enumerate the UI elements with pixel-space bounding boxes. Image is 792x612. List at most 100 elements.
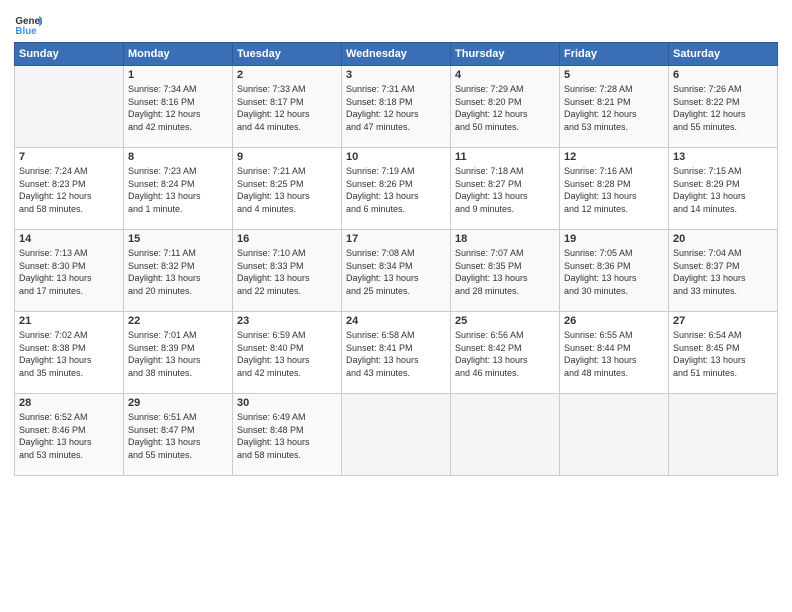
calendar-cell: 16 Sunrise: 7:10 AM Sunset: 8:33 PM Dayli… bbox=[233, 230, 342, 312]
day-header-monday: Monday bbox=[124, 43, 233, 66]
day-number: 16 bbox=[237, 233, 337, 245]
calendar-cell bbox=[342, 394, 451, 476]
calendar-week-4: 28 Sunrise: 6:52 AM Sunset: 8:46 PM Dayli… bbox=[15, 394, 778, 476]
day-info: Sunrise: 7:31 AM Sunset: 8:18 PM Dayligh… bbox=[346, 83, 446, 133]
day-number: 28 bbox=[19, 397, 119, 409]
calendar-cell: 21 Sunrise: 7:02 AM Sunset: 8:38 PM Dayli… bbox=[15, 312, 124, 394]
day-number: 24 bbox=[346, 315, 446, 327]
day-number: 9 bbox=[237, 151, 337, 163]
calendar-table: SundayMondayTuesdayWednesdayThursdayFrid… bbox=[14, 42, 778, 476]
day-info: Sunrise: 7:16 AM Sunset: 8:28 PM Dayligh… bbox=[564, 165, 664, 215]
calendar-cell bbox=[669, 394, 778, 476]
day-header-tuesday: Tuesday bbox=[233, 43, 342, 66]
calendar-cell: 1 Sunrise: 7:34 AM Sunset: 8:16 PM Daylig… bbox=[124, 66, 233, 148]
day-number: 1 bbox=[128, 69, 228, 81]
day-number: 7 bbox=[19, 151, 119, 163]
calendar-week-0: 1 Sunrise: 7:34 AM Sunset: 8:16 PM Daylig… bbox=[15, 66, 778, 148]
day-number: 22 bbox=[128, 315, 228, 327]
day-info: Sunrise: 7:07 AM Sunset: 8:35 PM Dayligh… bbox=[455, 247, 555, 297]
calendar-cell: 12 Sunrise: 7:16 AM Sunset: 8:28 PM Dayli… bbox=[560, 148, 669, 230]
day-number: 3 bbox=[346, 69, 446, 81]
calendar-cell: 4 Sunrise: 7:29 AM Sunset: 8:20 PM Daylig… bbox=[451, 66, 560, 148]
day-number: 21 bbox=[19, 315, 119, 327]
day-info: Sunrise: 7:11 AM Sunset: 8:32 PM Dayligh… bbox=[128, 247, 228, 297]
day-info: Sunrise: 6:52 AM Sunset: 8:46 PM Dayligh… bbox=[19, 411, 119, 461]
calendar-cell bbox=[15, 66, 124, 148]
day-header-sunday: Sunday bbox=[15, 43, 124, 66]
day-info: Sunrise: 7:23 AM Sunset: 8:24 PM Dayligh… bbox=[128, 165, 228, 215]
day-number: 13 bbox=[673, 151, 773, 163]
day-info: Sunrise: 7:18 AM Sunset: 8:27 PM Dayligh… bbox=[455, 165, 555, 215]
calendar-cell: 17 Sunrise: 7:08 AM Sunset: 8:34 PM Dayli… bbox=[342, 230, 451, 312]
day-info: Sunrise: 6:55 AM Sunset: 8:44 PM Dayligh… bbox=[564, 329, 664, 379]
day-info: Sunrise: 6:54 AM Sunset: 8:45 PM Dayligh… bbox=[673, 329, 773, 379]
day-number: 17 bbox=[346, 233, 446, 245]
calendar-cell: 20Sunrise: 7:04 AM Sunset: 8:37 PM Dayli… bbox=[669, 230, 778, 312]
day-info: Sunrise: 7:19 AM Sunset: 8:26 PM Dayligh… bbox=[346, 165, 446, 215]
calendar-cell: 3 Sunrise: 7:31 AM Sunset: 8:18 PM Daylig… bbox=[342, 66, 451, 148]
day-number: 12 bbox=[564, 151, 664, 163]
day-info: Sunrise: 7:04 AM Sunset: 8:37 PM Dayligh… bbox=[673, 247, 773, 297]
calendar-cell bbox=[451, 394, 560, 476]
day-info: Sunrise: 6:49 AM Sunset: 8:48 PM Dayligh… bbox=[237, 411, 337, 461]
calendar-week-1: 7Sunrise: 7:24 AM Sunset: 8:23 PM Daylig… bbox=[15, 148, 778, 230]
day-number: 11 bbox=[455, 151, 555, 163]
day-info: Sunrise: 6:58 AM Sunset: 8:41 PM Dayligh… bbox=[346, 329, 446, 379]
day-info: Sunrise: 7:02 AM Sunset: 8:38 PM Dayligh… bbox=[19, 329, 119, 379]
calendar-cell: 19Sunrise: 7:05 AM Sunset: 8:36 PM Dayli… bbox=[560, 230, 669, 312]
day-info: Sunrise: 7:08 AM Sunset: 8:34 PM Dayligh… bbox=[346, 247, 446, 297]
day-header-friday: Friday bbox=[560, 43, 669, 66]
calendar-cell: 26 Sunrise: 6:55 AM Sunset: 8:44 PM Dayli… bbox=[560, 312, 669, 394]
day-number: 14 bbox=[19, 233, 119, 245]
day-info: Sunrise: 7:26 AM Sunset: 8:22 PM Dayligh… bbox=[673, 83, 773, 133]
calendar-cell: 25 Sunrise: 6:56 AM Sunset: 8:42 PM Dayli… bbox=[451, 312, 560, 394]
page-container: General Blue SundayMondayTuesdayWednesda… bbox=[0, 0, 792, 486]
day-number: 29 bbox=[128, 397, 228, 409]
day-number: 27 bbox=[673, 315, 773, 327]
calendar-cell: 14 Sunrise: 7:13 AM Sunset: 8:30 PM Dayli… bbox=[15, 230, 124, 312]
day-number: 25 bbox=[455, 315, 555, 327]
day-info: Sunrise: 7:28 AM Sunset: 8:21 PM Dayligh… bbox=[564, 83, 664, 133]
calendar-cell: 10 Sunrise: 7:19 AM Sunset: 8:26 PM Dayli… bbox=[342, 148, 451, 230]
calendar-cell: 13Sunrise: 7:15 AM Sunset: 8:29 PM Dayli… bbox=[669, 148, 778, 230]
day-header-wednesday: Wednesday bbox=[342, 43, 451, 66]
day-info: Sunrise: 6:56 AM Sunset: 8:42 PM Dayligh… bbox=[455, 329, 555, 379]
logo-icon: General Blue bbox=[14, 10, 42, 38]
day-info: Sunrise: 7:01 AM Sunset: 8:39 PM Dayligh… bbox=[128, 329, 228, 379]
calendar-cell: 23Sunrise: 6:59 AM Sunset: 8:40 PM Dayli… bbox=[233, 312, 342, 394]
calendar-cell: 2Sunrise: 7:33 AM Sunset: 8:17 PM Daylig… bbox=[233, 66, 342, 148]
day-number: 6 bbox=[673, 69, 773, 81]
calendar-cell: 8 Sunrise: 7:23 AM Sunset: 8:24 PM Daylig… bbox=[124, 148, 233, 230]
day-number: 26 bbox=[564, 315, 664, 327]
day-header-thursday: Thursday bbox=[451, 43, 560, 66]
calendar-week-2: 14 Sunrise: 7:13 AM Sunset: 8:30 PM Dayli… bbox=[15, 230, 778, 312]
day-info: Sunrise: 6:59 AM Sunset: 8:40 PM Dayligh… bbox=[237, 329, 337, 379]
calendar-week-3: 21 Sunrise: 7:02 AM Sunset: 8:38 PM Dayli… bbox=[15, 312, 778, 394]
header: General Blue bbox=[14, 10, 778, 38]
day-info: Sunrise: 7:34 AM Sunset: 8:16 PM Dayligh… bbox=[128, 83, 228, 133]
day-number: 15 bbox=[128, 233, 228, 245]
calendar-cell: 28 Sunrise: 6:52 AM Sunset: 8:46 PM Dayli… bbox=[15, 394, 124, 476]
day-info: Sunrise: 7:10 AM Sunset: 8:33 PM Dayligh… bbox=[237, 247, 337, 297]
day-number: 10 bbox=[346, 151, 446, 163]
day-info: Sunrise: 7:13 AM Sunset: 8:30 PM Dayligh… bbox=[19, 247, 119, 297]
day-number: 4 bbox=[455, 69, 555, 81]
day-number: 5 bbox=[564, 69, 664, 81]
calendar-cell: 30 Sunrise: 6:49 AM Sunset: 8:48 PM Dayli… bbox=[233, 394, 342, 476]
day-info: Sunrise: 7:05 AM Sunset: 8:36 PM Dayligh… bbox=[564, 247, 664, 297]
calendar-cell bbox=[560, 394, 669, 476]
svg-text:Blue: Blue bbox=[15, 26, 37, 37]
day-header-saturday: Saturday bbox=[669, 43, 778, 66]
calendar-cell: 11 Sunrise: 7:18 AM Sunset: 8:27 PM Dayli… bbox=[451, 148, 560, 230]
calendar-cell: 22 Sunrise: 7:01 AM Sunset: 8:39 PM Dayli… bbox=[124, 312, 233, 394]
calendar-cell: 18 Sunrise: 7:07 AM Sunset: 8:35 PM Dayli… bbox=[451, 230, 560, 312]
calendar-cell: 24 Sunrise: 6:58 AM Sunset: 8:41 PM Dayli… bbox=[342, 312, 451, 394]
calendar-cell: 9Sunrise: 7:21 AM Sunset: 8:25 PM Daylig… bbox=[233, 148, 342, 230]
calendar-cell: 6 Sunrise: 7:26 AM Sunset: 8:22 PM Daylig… bbox=[669, 66, 778, 148]
day-number: 30 bbox=[237, 397, 337, 409]
day-number: 18 bbox=[455, 233, 555, 245]
day-info: Sunrise: 7:29 AM Sunset: 8:20 PM Dayligh… bbox=[455, 83, 555, 133]
day-number: 2 bbox=[237, 69, 337, 81]
day-number: 8 bbox=[128, 151, 228, 163]
calendar-cell: 7Sunrise: 7:24 AM Sunset: 8:23 PM Daylig… bbox=[15, 148, 124, 230]
